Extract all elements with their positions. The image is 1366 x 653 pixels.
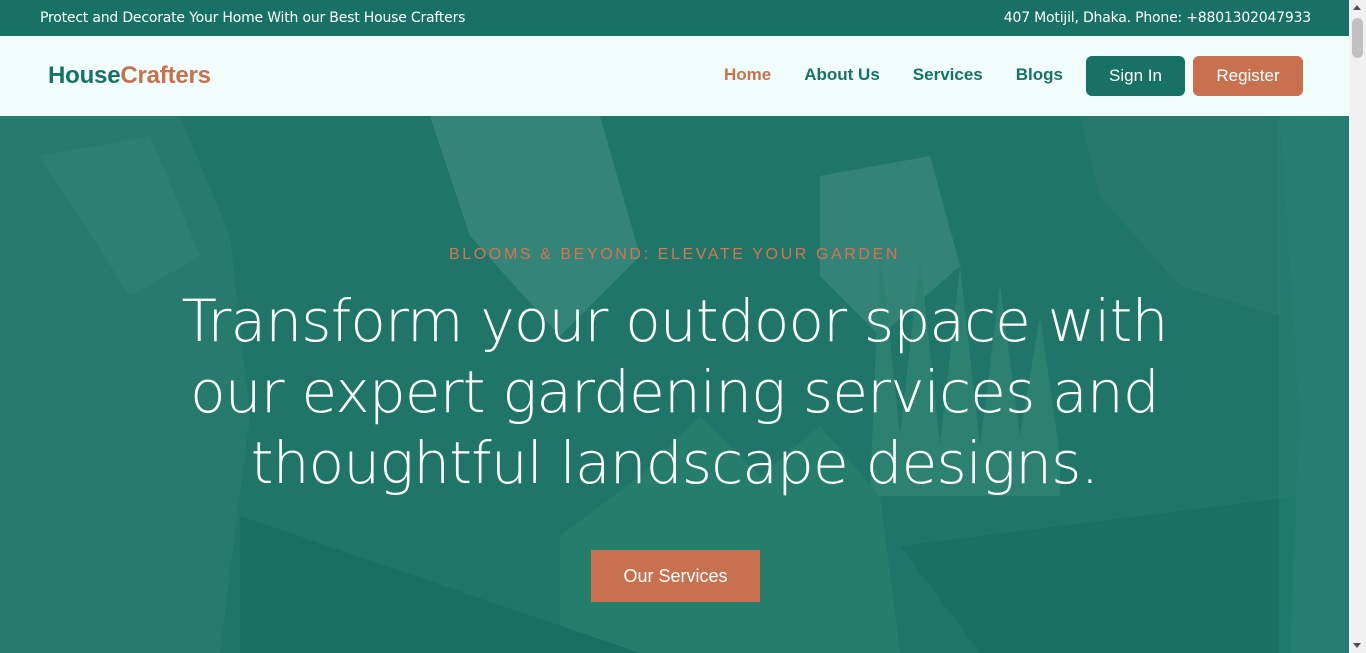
main-navbar: HouseCrafters Home About Us Services Blo… (0, 36, 1349, 116)
logo-part-house: House (48, 62, 121, 89)
scrollbar-thumb[interactable] (1352, 18, 1363, 58)
hero-title: Transform your outdoor space with our ex… (181, 287, 1168, 497)
site-logo[interactable]: HouseCrafters (48, 62, 211, 90)
scroll-up-arrow-icon[interactable] (1353, 5, 1361, 10)
page-scrollbar[interactable] (1349, 0, 1366, 653)
register-button[interactable]: Register (1193, 56, 1303, 96)
contact-text: 407 Motijil, Dhaka. Phone: +880130204793… (1003, 10, 1311, 26)
nav-link-services[interactable]: Services (913, 65, 983, 85)
nav-link-blogs[interactable]: Blogs (1016, 65, 1063, 85)
sign-in-button[interactable]: Sign In (1086, 56, 1185, 96)
logo-part-crafters: Crafters (120, 62, 211, 89)
nav-link-about-us[interactable]: About Us (804, 65, 880, 85)
tagline-text: Protect and Decorate Your Home With our … (40, 10, 466, 26)
hero-edge-shade (1279, 116, 1349, 653)
nav-link-home[interactable]: Home (724, 65, 771, 85)
hero-banner: BLOOMS & BEYOND: ELEVATE YOUR GARDEN Tra… (0, 116, 1349, 653)
nav-links: Home About Us Services Blogs (724, 65, 1063, 85)
hero-kicker: BLOOMS & BEYOND: ELEVATE YOUR GARDEN (448, 246, 901, 263)
our-services-button[interactable]: Our Services (591, 550, 760, 602)
top-info-bar: Protect and Decorate Your Home With our … (0, 0, 1349, 36)
scroll-down-arrow-icon[interactable] (1353, 643, 1361, 648)
